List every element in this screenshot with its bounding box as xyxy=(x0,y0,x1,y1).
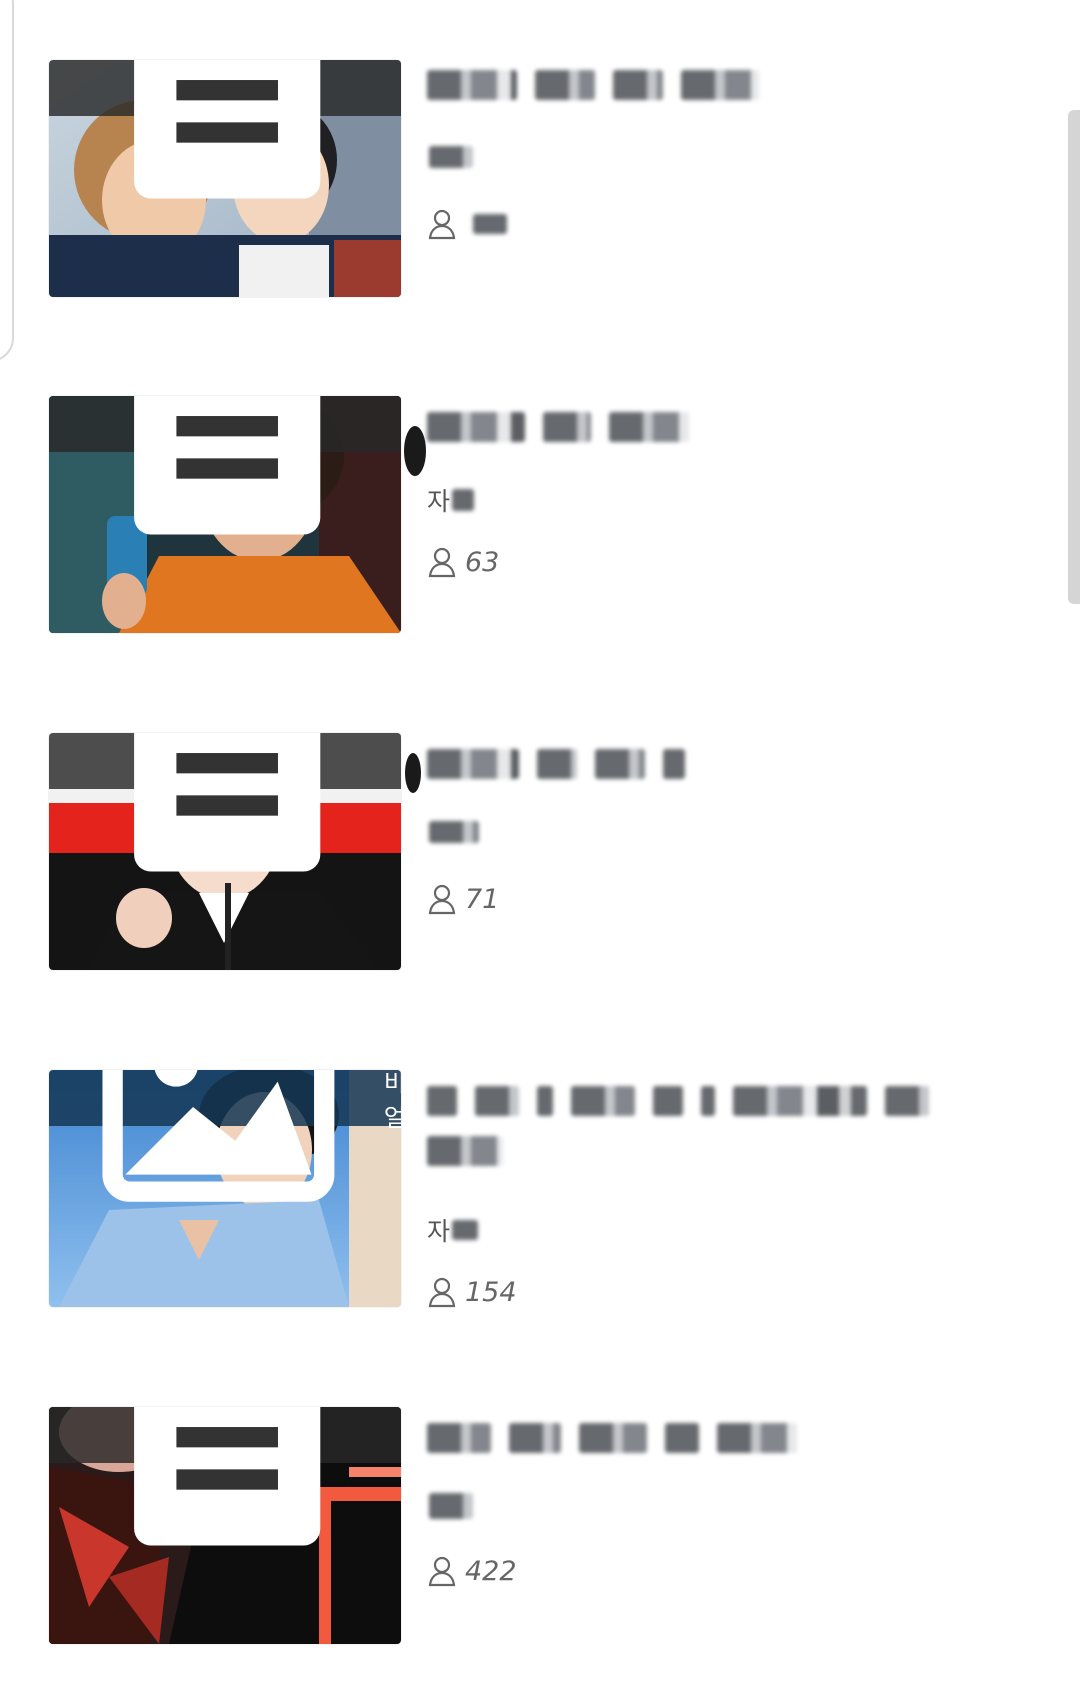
person-icon xyxy=(428,209,456,240)
post-view-count: 422 xyxy=(427,1555,517,1587)
post-thumbnail[interactable]: 일반 xyxy=(49,1407,401,1644)
scrollbar[interactable] xyxy=(1068,110,1080,604)
post-view-count xyxy=(427,208,507,240)
person-icon xyxy=(428,884,456,915)
document-icon xyxy=(134,1407,321,1546)
post-thumbnail[interactable]: 일반 xyxy=(49,396,401,633)
post-view-count: 154 xyxy=(427,1276,517,1308)
post-type-badge: 일반 xyxy=(49,1407,401,1546)
post-title-redacted[interactable] xyxy=(427,1086,929,1116)
post-title-redacted[interactable] xyxy=(427,70,759,100)
post-list-page: 일반 xyxy=(0,0,1080,1691)
image-icon xyxy=(102,1070,335,1202)
post-category xyxy=(427,146,473,168)
post-item[interactable]: 비주얼 자 xyxy=(49,1070,1009,1310)
post-type-badge: 일반 xyxy=(49,733,401,872)
post-title-redacted[interactable] xyxy=(427,412,689,442)
document-icon xyxy=(134,733,321,872)
post-type-badge: 일반 xyxy=(49,60,401,199)
post-item[interactable]: 일반 자 63 xyxy=(49,396,1009,636)
person-icon xyxy=(428,547,456,578)
post-thumbnail[interactable]: 일반 xyxy=(49,60,401,297)
post-view-count: 63 xyxy=(427,546,499,578)
person-icon xyxy=(428,1277,456,1308)
post-category xyxy=(427,821,479,843)
document-icon xyxy=(134,60,321,199)
edge-marker xyxy=(405,753,421,793)
post-item[interactable]: 일반 xyxy=(49,60,1009,300)
post-thumbnail[interactable]: 일반 xyxy=(49,733,401,970)
side-panel-edge xyxy=(0,0,14,362)
post-thumbnail[interactable]: 비주얼 xyxy=(49,1070,401,1307)
post-category: 자 xyxy=(427,482,475,518)
person-icon xyxy=(428,1556,456,1587)
post-type-badge: 비주얼 xyxy=(49,1070,401,1202)
post-title-redacted[interactable] xyxy=(427,1423,797,1453)
post-title-redacted-line2[interactable] xyxy=(427,1136,503,1166)
post-item[interactable]: 일반 422 xyxy=(49,1407,1009,1647)
post-title-redacted[interactable] xyxy=(427,749,685,779)
post-item[interactable]: 일반 71 xyxy=(49,733,1009,973)
edge-marker xyxy=(404,426,426,476)
post-type-badge: 일반 xyxy=(49,396,401,535)
post-category: 자 xyxy=(427,1212,479,1248)
post-category xyxy=(427,1493,473,1519)
post-view-count: 71 xyxy=(427,883,499,915)
badge-label: 비주얼 xyxy=(383,1070,401,1132)
document-icon xyxy=(134,396,321,535)
